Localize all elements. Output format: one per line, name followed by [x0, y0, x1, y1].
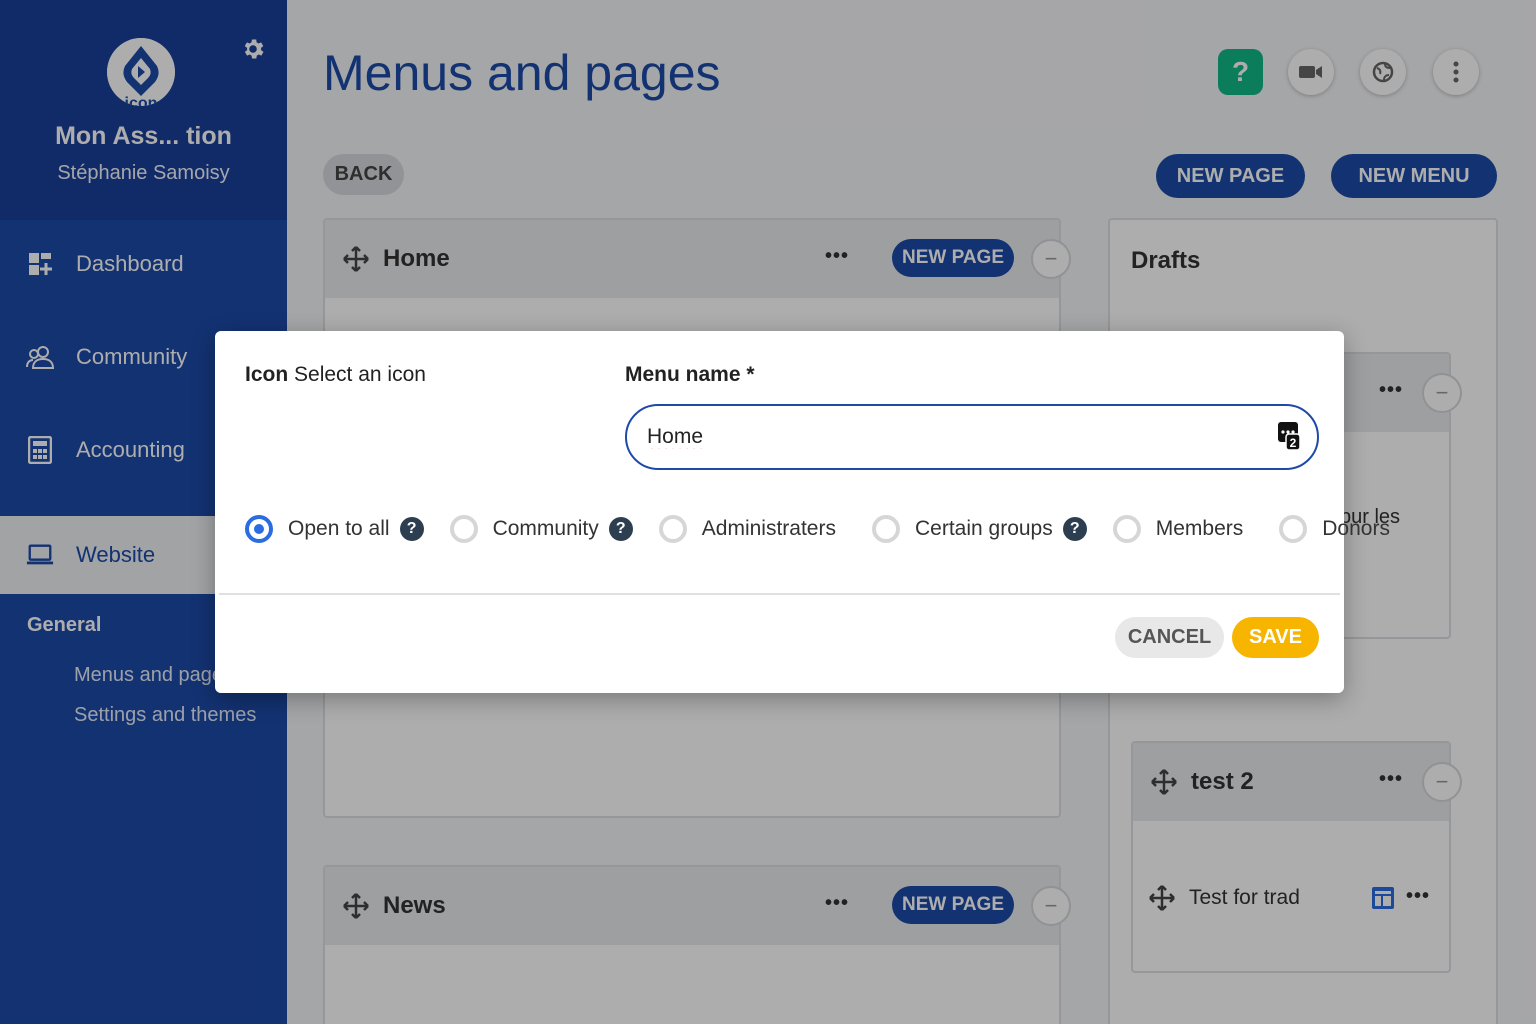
badge-count: 2	[1290, 436, 1297, 450]
save-button[interactable]: SAVE	[1232, 617, 1319, 658]
help-circle-icon[interactable]: ?	[1062, 517, 1087, 541]
help-circle-icon[interactable]: ?	[399, 517, 424, 541]
icon-field[interactable]: Icon Select an icon	[245, 363, 426, 387]
icon-hint: Select an icon	[294, 363, 426, 386]
radio-certain-groups-label[interactable]: Certain groups	[915, 517, 1053, 541]
radio-community-label[interactable]: Community	[493, 517, 599, 541]
radio-administraters[interactable]	[658, 515, 687, 543]
radio-members-label[interactable]: Members	[1156, 517, 1244, 541]
cancel-button[interactable]: CANCEL	[1115, 617, 1224, 658]
radio-administraters-label[interactable]: Administraters	[702, 517, 836, 541]
dialog-divider	[219, 593, 1340, 595]
radio-donors-label[interactable]: Donors	[1322, 517, 1390, 541]
menu-name-input[interactable]	[625, 404, 1319, 470]
radio-donors[interactable]	[1279, 515, 1308, 543]
edit-menu-dialog: Icon Select an icon Menu name * 2 Open t…	[215, 331, 1390, 693]
help-circle-icon[interactable]: ?	[608, 517, 633, 541]
password-manager-icon[interactable]: 2	[1277, 420, 1301, 452]
radio-community[interactable]	[449, 515, 478, 543]
icon-label: Icon	[245, 363, 289, 386]
visibility-radio-group: Open to all ? Community ? Administraters…	[245, 509, 1400, 549]
radio-open-to-all[interactable]	[245, 515, 273, 543]
menu-name-label: Menu name *	[625, 363, 755, 386]
radio-certain-groups[interactable]	[871, 515, 900, 543]
radio-members[interactable]	[1112, 515, 1141, 543]
radio-open-to-all-label[interactable]: Open to all	[288, 517, 390, 541]
